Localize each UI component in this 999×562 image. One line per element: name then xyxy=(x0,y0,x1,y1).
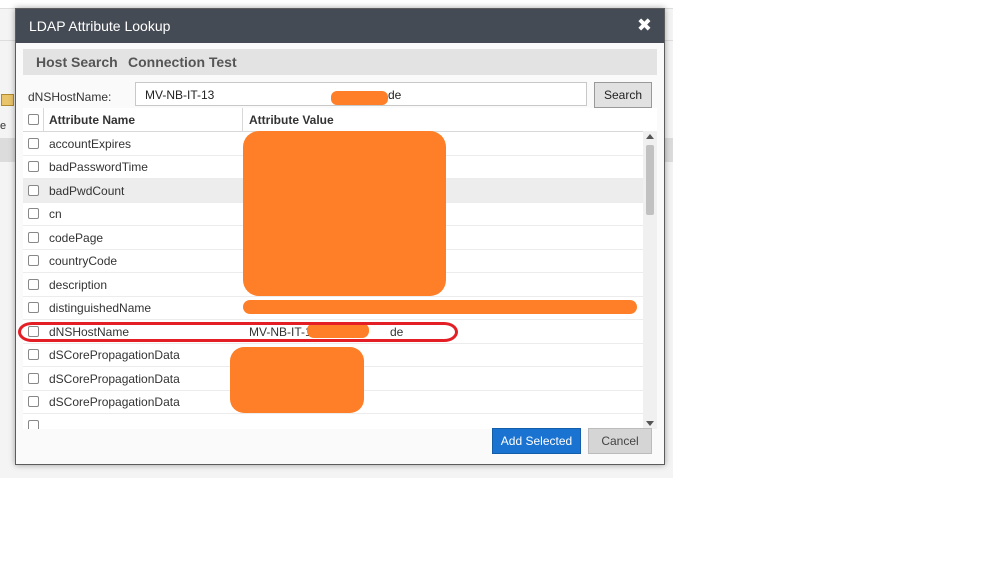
attribute-name: dSCorePropagationData xyxy=(49,395,180,409)
tab-bar: Host Search Connection Test xyxy=(23,49,657,75)
attribute-name: description xyxy=(49,278,108,292)
column-header-attribute-name[interactable]: Attribute Name xyxy=(49,113,135,127)
tab-connection-test[interactable]: Connection Test xyxy=(128,54,237,70)
row-checkbox[interactable] xyxy=(28,279,39,290)
cancel-button[interactable]: Cancel xyxy=(588,428,652,454)
redaction-mark xyxy=(230,347,364,413)
attribute-name: accountExpires xyxy=(49,137,132,151)
row-checkbox[interactable] xyxy=(28,349,39,360)
grid-scrollbar[interactable] xyxy=(643,131,657,429)
column-header-attribute-value[interactable]: Attribute Value xyxy=(249,113,334,127)
redaction-mark xyxy=(243,300,637,314)
column-divider xyxy=(242,108,243,131)
search-label: dNSHostName: xyxy=(28,90,112,104)
redaction-mark xyxy=(243,131,446,296)
search-button[interactable]: Search xyxy=(594,82,652,108)
hostname-search-input[interactable]: MV-NB-IT-13 de xyxy=(135,82,587,106)
highlight-annotation xyxy=(18,322,458,342)
attribute-name: dSCorePropagationData xyxy=(49,348,180,362)
row-checkbox[interactable] xyxy=(28,255,39,266)
row-checkbox[interactable] xyxy=(28,302,39,313)
row-checkbox[interactable] xyxy=(28,138,39,149)
row-checkbox[interactable] xyxy=(28,208,39,219)
row-checkbox[interactable] xyxy=(28,185,39,196)
attribute-name: codePage xyxy=(49,231,104,245)
search-row: dNSHostName: MV-NB-IT-13 de Search xyxy=(23,80,657,110)
search-value-prefix: MV-NB-IT-13 xyxy=(145,88,215,102)
row-checkbox[interactable] xyxy=(28,161,39,172)
scroll-thumb[interactable] xyxy=(646,145,654,215)
attribute-name: badPwdCount xyxy=(49,184,125,198)
select-all-checkbox[interactable] xyxy=(28,114,39,125)
attribute-name: countryCode xyxy=(49,254,118,268)
search-value-suffix: de xyxy=(388,88,402,102)
grid-header: Attribute Name Attribute Value xyxy=(23,108,643,132)
attribute-name: distinguishedName xyxy=(49,301,152,315)
row-checkbox[interactable] xyxy=(28,373,39,384)
tab-host-search[interactable]: Host Search xyxy=(36,54,118,70)
column-divider xyxy=(43,108,44,131)
table-row-partial[interactable] xyxy=(23,414,643,429)
add-selected-button[interactable]: Add Selected xyxy=(492,428,581,454)
close-icon[interactable]: ✖ xyxy=(637,16,652,34)
attribute-name: cn xyxy=(49,207,62,221)
row-checkbox[interactable] xyxy=(28,396,39,407)
scroll-down-arrow-icon[interactable] xyxy=(646,421,654,426)
dialog-header: LDAP Attribute Lookup ✖ xyxy=(16,9,664,43)
attribute-name: badPasswordTime xyxy=(49,160,148,174)
edit-icon xyxy=(1,94,14,106)
scroll-up-arrow-icon[interactable] xyxy=(646,134,654,139)
row-checkbox[interactable] xyxy=(28,232,39,243)
ldap-lookup-dialog: LDAP Attribute Lookup ✖ Host Search Conn… xyxy=(15,8,665,465)
attribute-name: dSCorePropagationData xyxy=(49,372,180,386)
background-text-fragment: e xyxy=(0,120,7,132)
row-checkbox[interactable] xyxy=(28,420,39,429)
redaction-mark xyxy=(331,91,388,105)
dialog-title: LDAP Attribute Lookup xyxy=(29,18,171,34)
